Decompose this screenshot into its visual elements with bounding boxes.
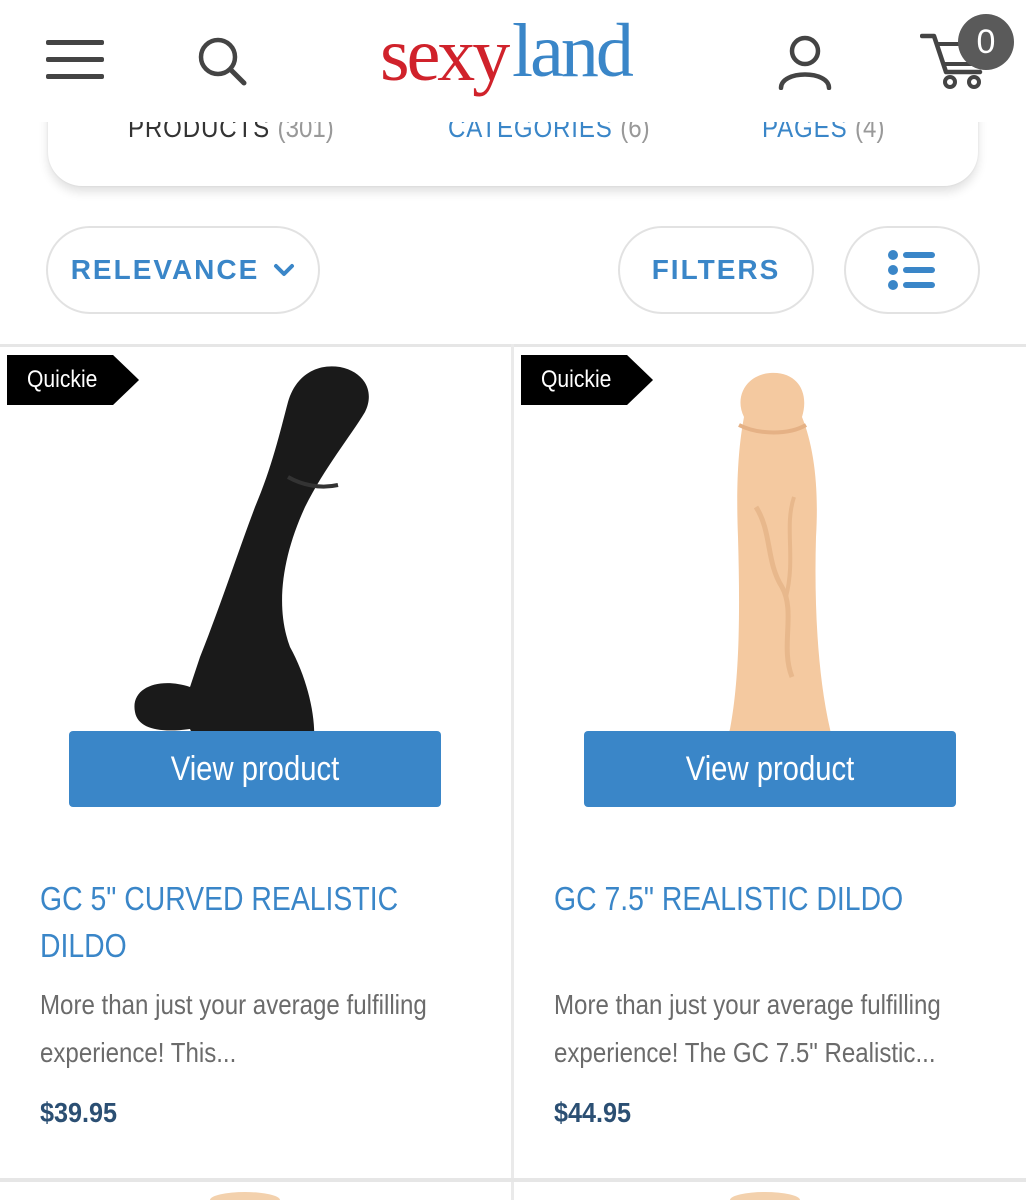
- sort-label: RELEVANCE: [70, 254, 260, 285]
- product-card[interactable]: Quickie View product GC 7.5" REALISTIC D…: [514, 347, 1025, 1178]
- chevron-down-icon: [274, 264, 295, 276]
- product-price: $44.95: [554, 1097, 632, 1128]
- product-title[interactable]: GC 5" CURVED REALISTIC DILDO: [40, 875, 490, 969]
- next-product-image: [730, 1192, 800, 1200]
- svg-text:land: land: [512, 9, 634, 93]
- list-view-icon: [888, 250, 935, 290]
- view-product-button[interactable]: View product: [584, 731, 956, 807]
- product-title[interactable]: GC 7.5" REALISTIC DILDO: [554, 875, 1004, 922]
- menu-icon[interactable]: [46, 40, 104, 80]
- filters-button[interactable]: FILTERS: [618, 226, 814, 314]
- cart-button[interactable]: 0: [919, 14, 1020, 94]
- cart-count-badge: 0: [958, 14, 1014, 70]
- svg-text:sexy: sexy: [380, 13, 510, 97]
- product-price: $39.95: [40, 1097, 118, 1128]
- grid-divider: [0, 1178, 1026, 1182]
- view-product-button[interactable]: View product: [69, 731, 441, 807]
- sort-dropdown[interactable]: RELEVANCE: [46, 226, 320, 314]
- product-description: More than just your average fulfilling e…: [40, 989, 427, 1068]
- quickie-badge: Quickie: [521, 355, 653, 405]
- product-card[interactable]: Quickie View product GC 5" CURVED REALIS…: [0, 347, 511, 1178]
- quickie-badge: Quickie: [7, 355, 139, 405]
- next-product-image: [210, 1192, 280, 1200]
- view-toggle-button[interactable]: [844, 226, 980, 314]
- user-icon[interactable]: [774, 32, 836, 91]
- site-header: sexy land 0: [0, 0, 1026, 122]
- sexyland-logo[interactable]: sexy land: [380, 0, 650, 110]
- search-icon[interactable]: [192, 32, 254, 90]
- product-description: More than just your average fulfilling e…: [554, 989, 941, 1068]
- filters-label: FILTERS: [651, 254, 781, 285]
